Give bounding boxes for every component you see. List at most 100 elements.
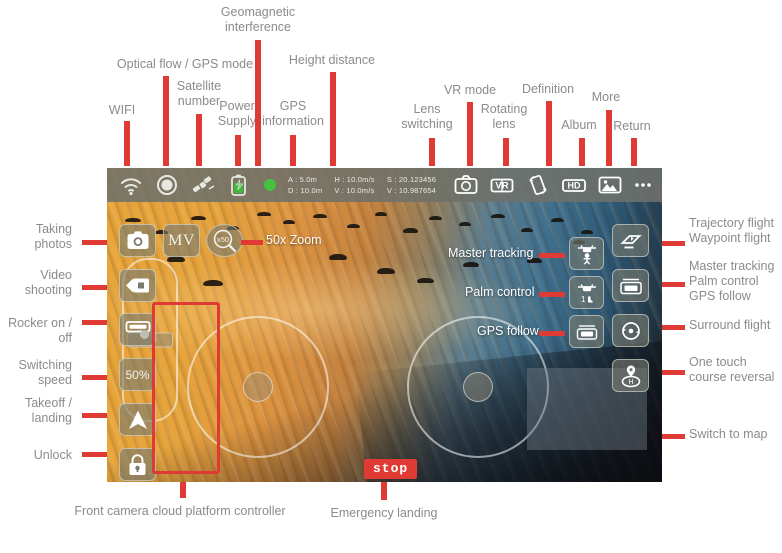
boat — [417, 278, 434, 283]
label-more: More — [591, 90, 621, 104]
label-geomagnetic: Geomagnetic interference — [220, 5, 296, 34]
palm-control-button[interactable]: 1 — [569, 276, 604, 309]
boat — [329, 254, 347, 260]
definition-icon[interactable]: HD — [561, 172, 587, 198]
boat — [375, 212, 387, 216]
label-height-distance: Height distance — [288, 53, 376, 67]
leader-vr-mode — [467, 102, 473, 166]
boat — [203, 280, 223, 286]
telemetry-vertical-speed: V : 10.0m/s — [334, 186, 375, 195]
svg-text:H: H — [628, 379, 633, 386]
label-emergency-landing: Emergency landing — [330, 506, 438, 520]
boat — [429, 216, 442, 220]
overlay-label-master-tracking: Master tracking — [448, 246, 534, 260]
label-wifi: WIFI — [108, 103, 136, 117]
overlay-label-palm-control: Palm control — [465, 285, 535, 299]
leader-satellite — [196, 114, 202, 166]
telemetry-latitude: V : 10.987654 — [386, 186, 437, 195]
boat — [313, 214, 327, 218]
label-switch-to-map: Switch to map — [689, 427, 768, 441]
label-lens-switching: Lens switching — [401, 102, 453, 131]
label-trajectory-flight: Trajectory flight Waypoint flight — [689, 216, 774, 245]
gps-follow-button[interactable] — [569, 315, 604, 348]
gimbal-controller-highlight-box — [152, 302, 220, 474]
label-master-tracking-group: Master tracking Palm control GPS follow — [689, 259, 775, 303]
leader-lens-switching — [429, 138, 435, 166]
label-power-supply: Power Supply — [217, 99, 257, 128]
lens-switching-icon[interactable] — [453, 172, 479, 198]
rocker-toggle-button[interactable] — [119, 313, 156, 346]
telemetry-horizontal-speed: H : 10.0m/s — [334, 175, 375, 184]
label-rocker-toggle: Rocker on / off — [8, 316, 72, 345]
trajectory-waypoint-flight-button[interactable] — [612, 224, 649, 257]
status-bar-right-group: VR HD — [448, 172, 662, 198]
unlock-button[interactable] — [119, 448, 156, 481]
boat — [551, 218, 564, 222]
label-gimbal-controller: Front camera cloud platform controller — [74, 504, 286, 518]
take-photo-button[interactable] — [119, 224, 156, 257]
label-surround-flight: Surround flight — [689, 318, 771, 332]
video-record-button[interactable] — [119, 269, 156, 302]
telemetry-distance: D : 10.0m — [288, 186, 323, 195]
emergency-landing-stop-button[interactable]: stop — [364, 459, 418, 479]
label-gps-information: GPS information — [262, 99, 324, 128]
boat — [463, 262, 479, 267]
satellite-icon[interactable] — [190, 172, 216, 198]
leader-wifi — [124, 121, 130, 166]
leader-rotating-lens — [503, 138, 509, 166]
label-definition: Definition — [521, 82, 575, 96]
mv-button[interactable]: MV — [163, 224, 200, 257]
label-optical-flow: Optical flow / GPS mode — [116, 57, 254, 71]
more-icon[interactable] — [633, 172, 653, 198]
zoom-button[interactable]: x50 — [206, 224, 243, 257]
boat — [491, 214, 505, 218]
boat — [347, 224, 360, 228]
label-takeoff-landing: Takeoff / landing — [24, 396, 72, 425]
right-joystick-knob[interactable] — [463, 372, 493, 402]
one-touch-course-reversal-button[interactable]: H — [612, 359, 649, 392]
label-switching-speed: Switching speed — [18, 358, 73, 387]
leader-palm-control — [539, 292, 565, 297]
boat — [521, 228, 533, 232]
album-icon[interactable] — [597, 172, 623, 198]
label-return: Return — [613, 119, 651, 133]
label-album: Album — [561, 118, 597, 132]
leader-master-tracking — [539, 253, 565, 258]
boat — [459, 222, 471, 226]
takeoff-landing-button[interactable] — [119, 403, 156, 436]
telemetry-readout: A : 5.0m D : 10.0m H : 10.0m/s V : 10.0m… — [288, 174, 448, 196]
svg-text:HD: HD — [568, 181, 581, 191]
battery-icon[interactable] — [226, 172, 252, 198]
master-tracking-palm-gps-button[interactable] — [612, 269, 649, 302]
telemetry-altitude: A : 5.0m — [288, 175, 318, 184]
boat — [125, 218, 141, 222]
label-taking-photos: Taking photos — [34, 222, 72, 251]
label-video-shooting: Video shooting — [24, 268, 72, 297]
boat — [377, 268, 395, 274]
geomagnetic-interference-icon[interactable] — [262, 172, 278, 198]
leader-power-supply — [235, 135, 241, 166]
rotating-lens-icon[interactable] — [525, 172, 551, 198]
boat — [403, 228, 418, 233]
boat — [581, 230, 593, 234]
speed-switch-button[interactable]: 50% — [119, 358, 156, 391]
label-vr-mode: VR mode — [443, 83, 497, 97]
master-tracking-button[interactable] — [569, 237, 604, 270]
svg-text:1: 1 — [581, 295, 586, 304]
telemetry-longitude: S : 20.123456 — [386, 175, 437, 184]
leader-album — [579, 138, 585, 166]
surround-flight-button[interactable] — [612, 314, 649, 347]
label-one-touch-course-reversal: One touch course reversal — [689, 355, 775, 384]
svg-text:x50: x50 — [216, 235, 228, 244]
leader-zoom — [241, 240, 263, 245]
label-rotating-lens: Rotating lens — [480, 102, 528, 131]
wifi-icon[interactable] — [118, 172, 144, 198]
leader-gps-information — [290, 135, 296, 166]
label-unlock: Unlock — [33, 448, 72, 462]
vr-mode-icon[interactable]: VR — [489, 172, 515, 198]
optical-flow-gps-mode-icon[interactable] — [154, 172, 180, 198]
leader-definition — [546, 101, 552, 166]
overlay-label-zoom: 50x Zoom — [266, 233, 322, 247]
leader-height-distance — [330, 72, 336, 166]
left-joystick-knob[interactable] — [243, 372, 273, 402]
